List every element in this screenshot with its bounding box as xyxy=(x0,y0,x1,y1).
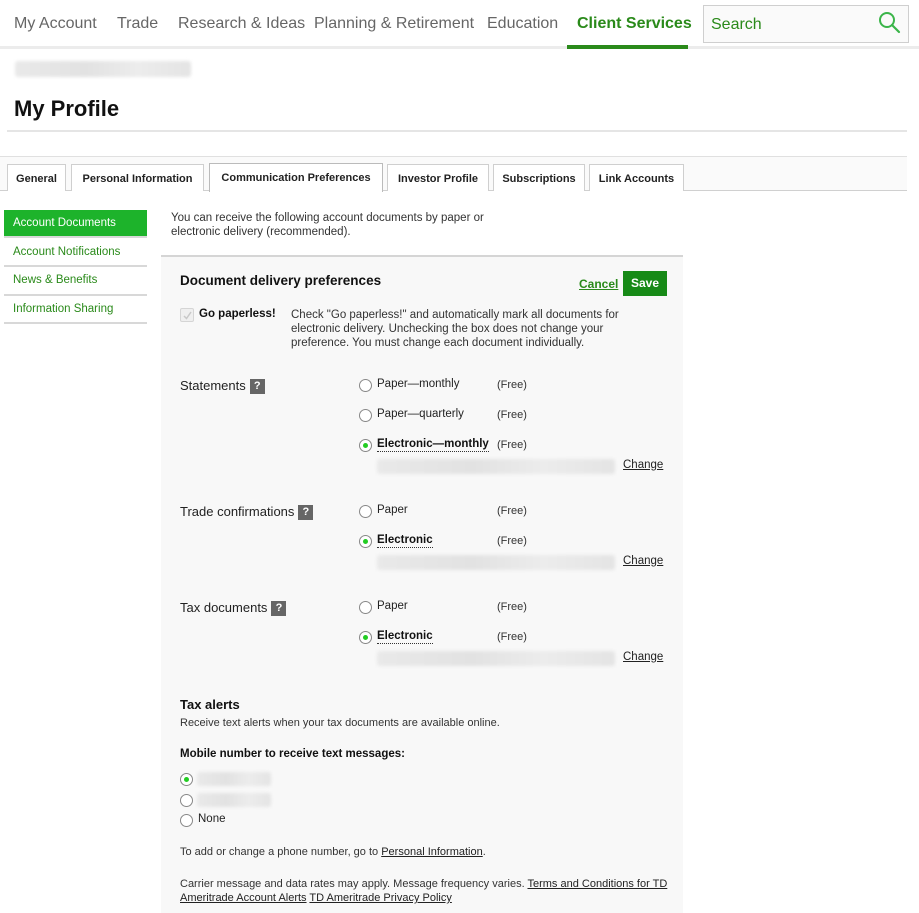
carrier-text: Carrier message and data rates may apply… xyxy=(180,878,528,890)
statements-paper-quarterly-label: Paper—quarterly xyxy=(377,408,464,420)
sidebar-item-news-benefits[interactable]: News & Benefits xyxy=(4,267,147,296)
phone-note-suffix: . xyxy=(482,846,486,858)
sidebar-item-information-sharing[interactable]: Information Sharing xyxy=(4,296,147,324)
trade-confirmations-electronic-radio[interactable] xyxy=(359,535,372,548)
nav-planning-retirement[interactable]: Planning & Retirement xyxy=(314,15,474,33)
carrier-note: Carrier message and data rates may apply… xyxy=(180,877,675,905)
tax-documents-label-text: Tax documents xyxy=(180,600,268,615)
divider xyxy=(7,130,907,132)
trade-confirmations-label: Trade confirmations? xyxy=(180,504,314,521)
statements-label-text: Statements xyxy=(180,378,246,393)
price-label: (Free) xyxy=(497,601,527,613)
tab-personal-information[interactable]: Personal Information xyxy=(71,164,204,191)
tax-alerts-description: Receive text alerts when your tax docume… xyxy=(180,717,500,729)
nav-education[interactable]: Education xyxy=(487,15,558,33)
mobile-number-2-radio[interactable] xyxy=(180,794,193,807)
statements-paper-monthly-label: Paper—monthly xyxy=(377,378,460,390)
search-placeholder: Search xyxy=(711,16,762,33)
tax-documents-electronic-radio[interactable] xyxy=(359,631,372,644)
phone-note: To add or change a phone number, go to P… xyxy=(180,846,486,858)
search-icon[interactable] xyxy=(877,11,901,35)
checkmark-icon xyxy=(183,311,192,320)
price-label: (Free) xyxy=(497,535,527,547)
tax-documents-paper-label: Paper xyxy=(377,600,408,612)
statements-label: Statements? xyxy=(180,378,265,395)
breadcrumb-redacted xyxy=(15,61,191,77)
phone-redacted xyxy=(197,793,271,807)
statements-paper-quarterly-radio[interactable] xyxy=(359,409,372,422)
trade-confirmations-electronic-label: Electronic xyxy=(377,534,433,548)
price-label: (Free) xyxy=(497,439,527,451)
tax-documents-change-link[interactable]: Change xyxy=(623,651,663,663)
page-title: My Profile xyxy=(14,96,120,121)
tab-investor-profile[interactable]: Investor Profile xyxy=(387,164,489,191)
statements-electronic-monthly-radio[interactable] xyxy=(359,439,372,452)
tax-documents-electronic-label: Electronic xyxy=(377,630,433,644)
email-redacted xyxy=(377,555,615,570)
phone-note-text: To add or change a phone number, go to xyxy=(180,846,382,858)
delivery-preferences-panel: Document delivery preferences Cancel Sav… xyxy=(161,255,683,913)
mobile-none-radio[interactable] xyxy=(180,814,193,827)
nav-client-services[interactable]: Client Services xyxy=(577,15,692,33)
phone-redacted xyxy=(197,772,271,786)
tab-general[interactable]: General xyxy=(7,164,66,191)
intro-text: You can receive the following account do… xyxy=(171,212,484,238)
price-label: (Free) xyxy=(497,505,527,517)
trade-confirmations-paper-label: Paper xyxy=(377,504,408,516)
mobile-none-label: None xyxy=(198,813,226,825)
trade-confirmations-label-text: Trade confirmations xyxy=(180,504,295,519)
help-icon[interactable]: ? xyxy=(298,505,314,521)
trade-confirmations-change-link[interactable]: Change xyxy=(623,555,663,567)
personal-information-link[interactable]: Personal Information xyxy=(381,846,483,858)
mobile-number-label: Mobile number to receive text messages: xyxy=(180,748,405,760)
go-paperless-label: Go paperless! xyxy=(199,308,276,320)
nav-trade[interactable]: Trade xyxy=(117,15,158,33)
sidebar-item-account-notifications[interactable]: Account Notifications xyxy=(4,240,147,267)
email-redacted xyxy=(377,459,615,474)
statements-paper-monthly-radio[interactable] xyxy=(359,379,372,392)
tab-communication-preferences[interactable]: Communication Preferences xyxy=(209,163,383,192)
trade-confirmations-paper-radio[interactable] xyxy=(359,505,372,518)
price-label: (Free) xyxy=(497,631,527,643)
nav-research-ideas[interactable]: Research & Ideas xyxy=(178,15,305,33)
email-redacted xyxy=(377,651,615,666)
tax-documents-paper-radio[interactable] xyxy=(359,601,372,614)
help-icon[interactable]: ? xyxy=(271,601,287,617)
help-icon[interactable]: ? xyxy=(249,379,265,395)
tab-subscriptions[interactable]: Subscriptions xyxy=(493,164,585,191)
active-nav-indicator xyxy=(567,45,688,49)
mobile-number-1-radio[interactable] xyxy=(180,773,193,786)
tax-alerts-title: Tax alerts xyxy=(180,697,240,712)
price-label: (Free) xyxy=(497,409,527,421)
sidebar-item-account-documents[interactable]: Account Documents xyxy=(4,210,147,238)
privacy-policy-link[interactable]: TD Ameritrade Privacy Policy xyxy=(309,892,451,904)
price-label: (Free) xyxy=(497,379,527,391)
go-paperless-checkbox[interactable] xyxy=(180,308,194,322)
top-navigation: My Account Trade Research & Ideas Planni… xyxy=(0,0,919,49)
cancel-button[interactable]: Cancel xyxy=(579,277,618,291)
panel-title: Document delivery preferences xyxy=(180,273,382,288)
tab-link-accounts[interactable]: Link Accounts xyxy=(589,164,684,191)
tax-documents-label: Tax documents? xyxy=(180,600,287,617)
save-button[interactable]: Save xyxy=(623,271,667,296)
search-input[interactable]: Search xyxy=(703,5,909,43)
statements-change-link[interactable]: Change xyxy=(623,459,663,471)
nav-my-account[interactable]: My Account xyxy=(14,15,97,33)
go-paperless-description: Check "Go paperless!" and automatically … xyxy=(291,309,619,349)
statements-electronic-monthly-label: Electronic—monthly xyxy=(377,438,489,452)
